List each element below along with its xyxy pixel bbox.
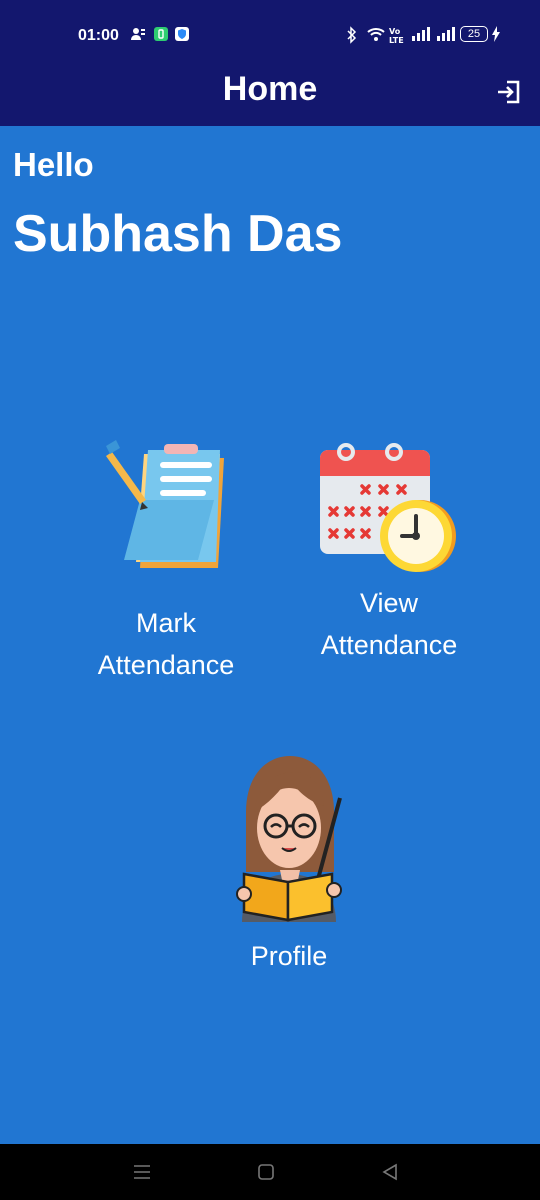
view-attendance-line1: View	[359, 588, 419, 618]
svg-text:LTE: LTE	[389, 36, 404, 44]
app-header: 01:00 Vo LTE 25 Home	[0, 0, 540, 126]
home-icon[interactable]	[254, 1160, 278, 1184]
profile-label: Profile	[250, 941, 328, 971]
teacher-avatar-icon	[236, 756, 342, 922]
profile-button[interactable]: Profile	[214, 752, 364, 976]
page-title: Home	[222, 70, 318, 108]
charging-icon	[492, 26, 500, 42]
system-nav-bar	[0, 1144, 540, 1200]
wifi-icon	[367, 28, 385, 41]
battery-saver-icon	[154, 27, 168, 41]
status-bar: 01:00 Vo LTE 25	[0, 0, 540, 72]
back-icon[interactable]	[378, 1160, 402, 1184]
battery-level: 25	[467, 28, 481, 40]
user-name: Subhash Das	[13, 205, 343, 263]
greeting-hello: Hello	[13, 146, 94, 183]
mark-attendance-line1: Mark	[136, 608, 196, 638]
calendar-clock-icon	[320, 443, 456, 572]
contacts-icon	[131, 28, 145, 40]
mark-attendance-label: Mark Attendance	[80, 602, 252, 686]
view-attendance-button[interactable]: View Attendance	[300, 440, 478, 666]
signal-2-icon	[437, 27, 455, 41]
view-attendance-line2: Attendance	[320, 630, 458, 660]
shield-icon	[175, 27, 189, 41]
view-attendance-label: View Attendance	[300, 582, 478, 666]
battery-icon: 25	[460, 26, 488, 42]
menu-icon[interactable]	[130, 1160, 154, 1184]
svg-text:Vo: Vo	[389, 27, 401, 36]
status-time: 01:00	[78, 27, 119, 44]
logout-icon[interactable]	[495, 78, 523, 106]
bluetooth-icon	[347, 26, 357, 44]
volte-icon: Vo LTE	[389, 27, 404, 44]
mark-attendance-line2: Attendance	[97, 650, 235, 680]
mark-attendance-button[interactable]: Mark Attendance	[80, 440, 252, 686]
signal-icon	[412, 27, 430, 41]
clipboard-icon	[106, 440, 224, 568]
